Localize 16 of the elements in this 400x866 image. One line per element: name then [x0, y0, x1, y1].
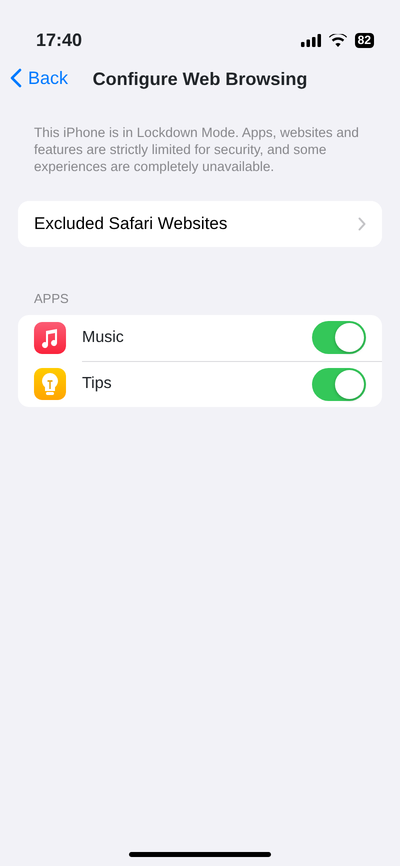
signal-icon: [300, 34, 321, 46]
description-text: This iPhone is in Lockdown Mode. Apps, websites and features are strictly limited for security, and some experiences are completely unavailable.: [34, 124, 360, 175]
toggle-switch[interactable]: [312, 368, 366, 400]
chevron-left-icon: [10, 68, 22, 88]
battery-indicator: 82: [354, 32, 374, 48]
app-label: Tips: [82, 374, 112, 394]
toggle-switch[interactable]: [312, 321, 366, 354]
wifi-icon: [328, 34, 347, 46]
back-button[interactable]: Back: [10, 64, 68, 92]
lightbulb-icon: [34, 368, 66, 400]
chevron-right-icon: [358, 217, 366, 231]
music-note-icon: [34, 322, 66, 354]
app-label: Music: [82, 328, 124, 348]
status-time: 17:40: [36, 28, 82, 52]
section-header: APPS: [34, 290, 70, 308]
nav-title: Configure Web Browsing: [92, 69, 308, 89]
